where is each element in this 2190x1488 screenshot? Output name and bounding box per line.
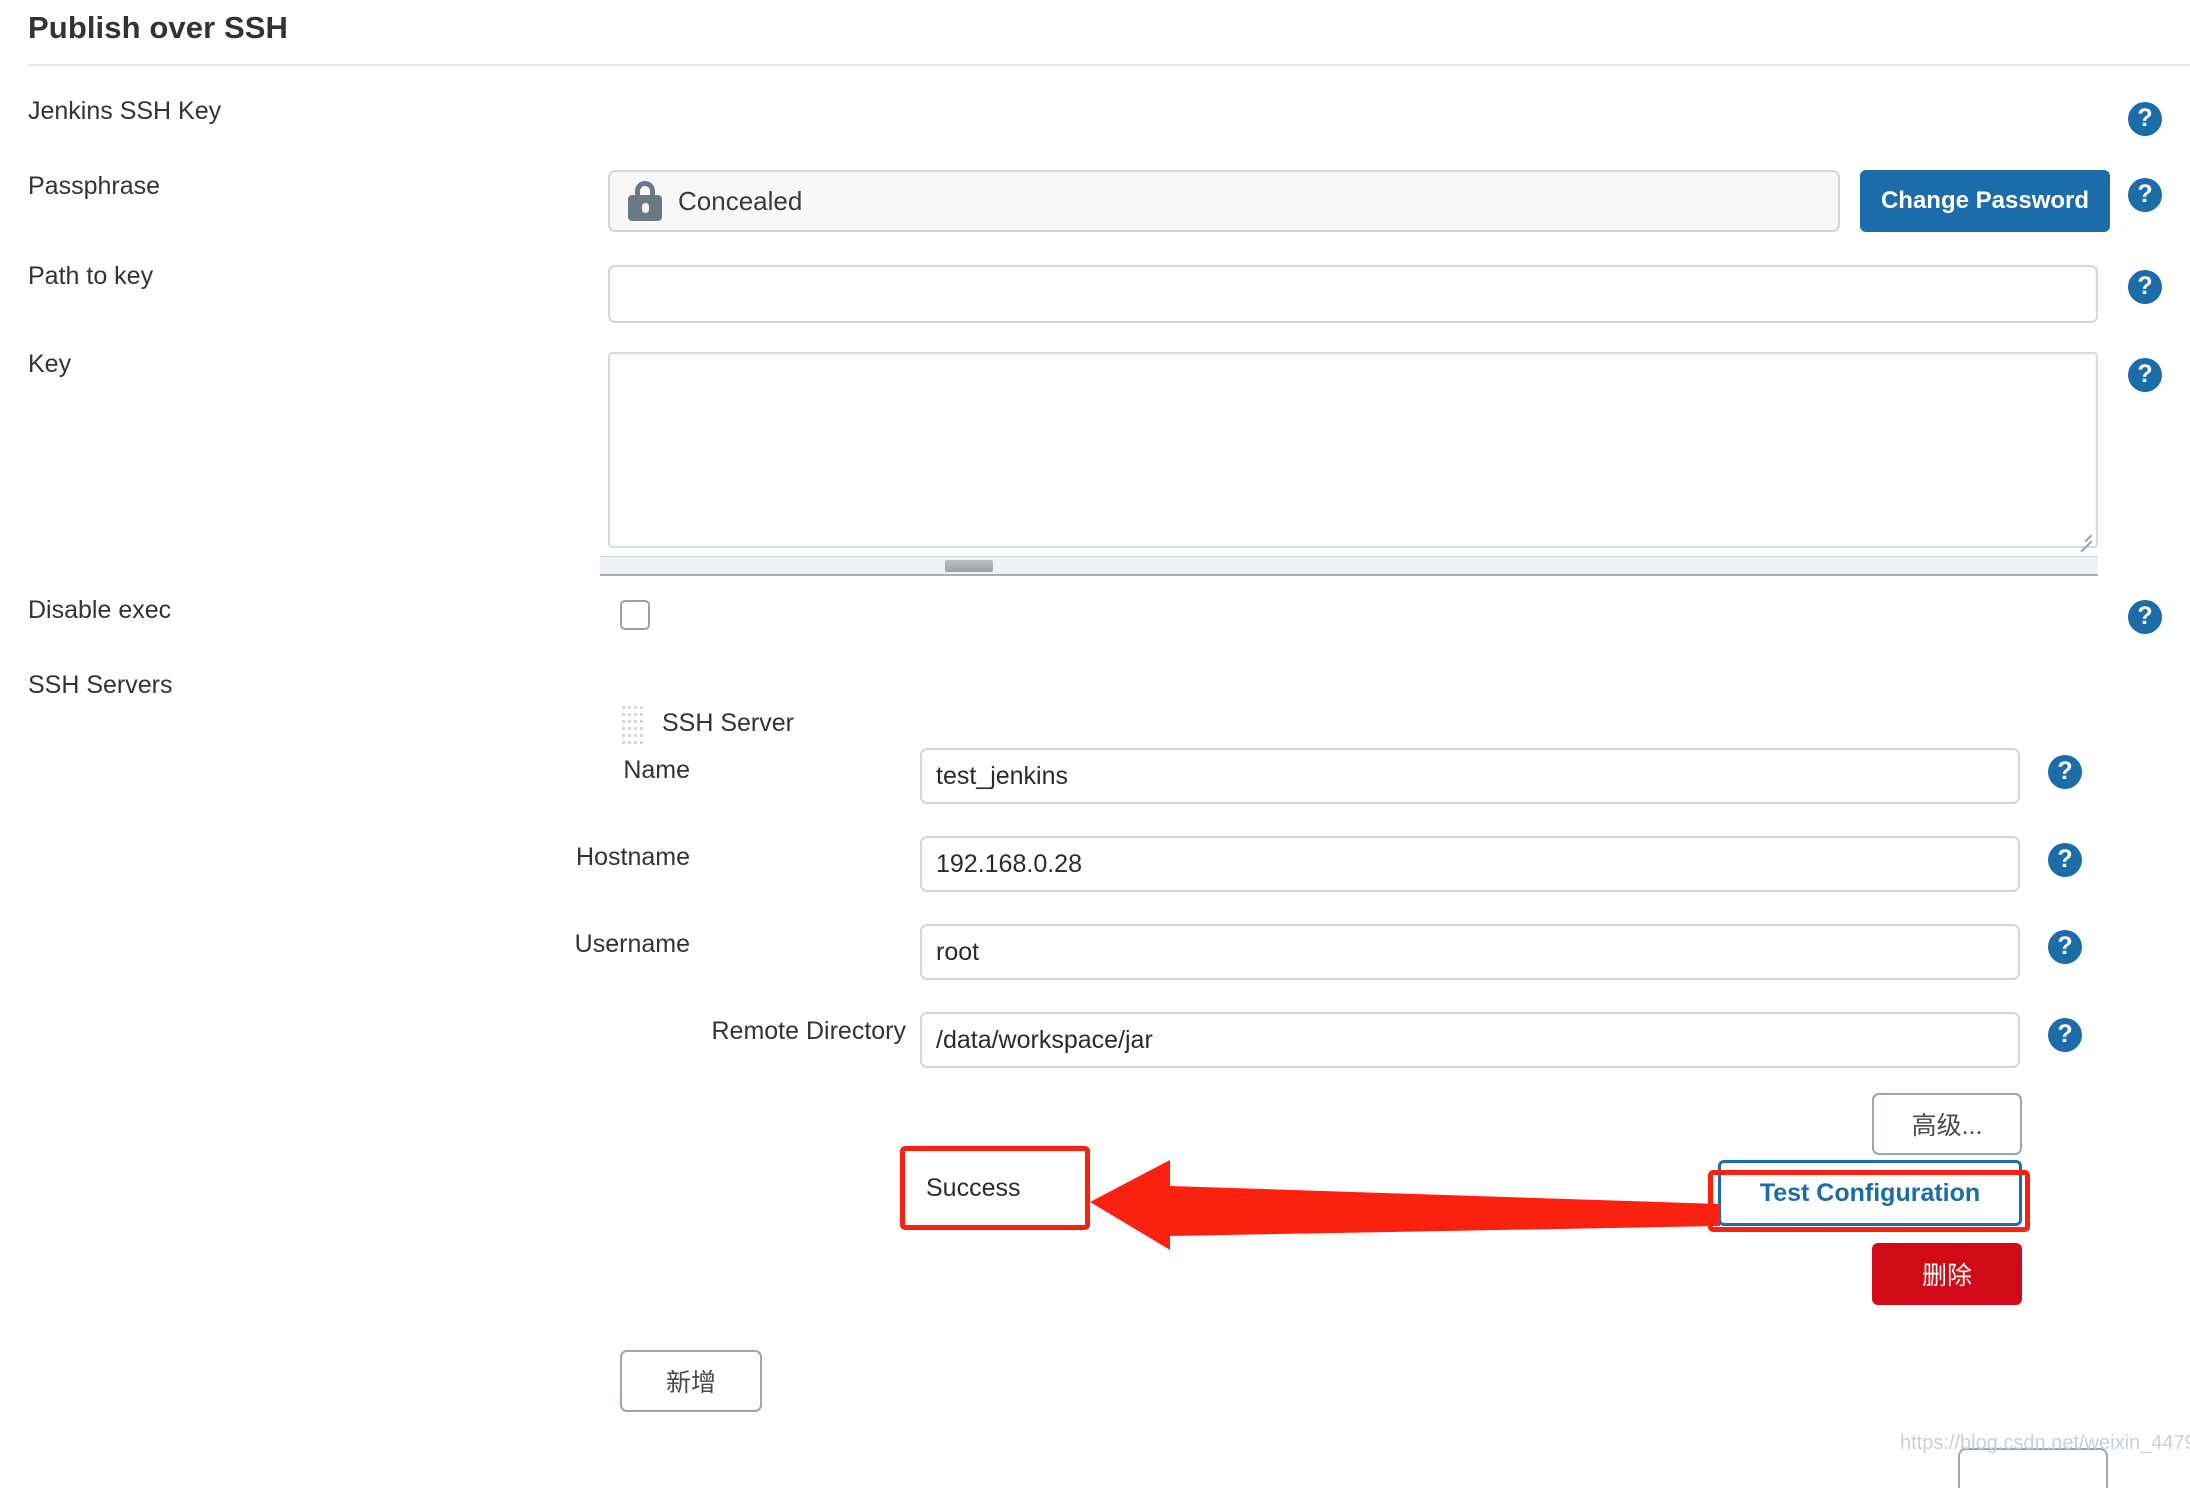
label-jenkins-ssh-key: Jenkins SSH Key xyxy=(28,97,222,125)
label-hostname: Hostname xyxy=(576,843,690,871)
lock-icon xyxy=(628,181,662,221)
label-remote-directory: Remote Directory xyxy=(711,1017,907,1045)
advanced-button[interactable]: 高级... xyxy=(1872,1093,2022,1155)
help-icon-hostname[interactable]: ? xyxy=(2048,843,2082,877)
label-username: Username xyxy=(574,930,690,958)
help-icon-disable-exec[interactable]: ? xyxy=(2128,600,2162,634)
help-icon-path-to-key[interactable]: ? xyxy=(2128,270,2162,304)
help-icon-passphrase[interactable]: ? xyxy=(2128,178,2162,212)
ssh-server-section-title: SSH Server xyxy=(662,709,794,737)
drag-handle-icon[interactable] xyxy=(622,706,644,746)
ssh-server-username-input[interactable] xyxy=(920,924,2020,980)
scrollbar-thumb[interactable] xyxy=(945,560,993,572)
label-disable-exec: Disable exec xyxy=(28,596,172,624)
horizontal-scrollbar[interactable] xyxy=(600,556,2098,576)
disable-exec-checkbox[interactable] xyxy=(620,600,650,630)
label-name: Name xyxy=(623,756,690,784)
test-configuration-button[interactable]: Test Configuration xyxy=(1718,1160,2022,1226)
red-arrow-icon xyxy=(1090,1160,1720,1250)
label-key: Key xyxy=(28,350,72,378)
help-icon-name[interactable]: ? xyxy=(2048,755,2082,789)
ssh-server-name-input[interactable] xyxy=(920,748,2020,804)
add-server-button[interactable]: 新增 xyxy=(620,1350,762,1412)
page-title: Publish over SSH xyxy=(28,10,288,45)
help-icon-username[interactable]: ? xyxy=(2048,930,2082,964)
label-passphrase: Passphrase xyxy=(28,172,161,200)
ssh-server-remote-directory-input[interactable] xyxy=(920,1012,2020,1068)
label-ssh-servers: SSH Servers xyxy=(28,671,173,699)
change-password-button[interactable]: Change Password xyxy=(1860,170,2110,232)
path-to-key-input[interactable] xyxy=(608,265,2098,323)
test-result-text: Success xyxy=(908,1152,1084,1224)
help-icon-jenkins-ssh-key[interactable]: ? xyxy=(2128,102,2162,136)
page-header: Publish over SSH xyxy=(0,0,2190,68)
resize-handle-icon[interactable] xyxy=(2075,526,2093,552)
passphrase-concealed-field[interactable]: Concealed xyxy=(608,170,1840,232)
header-divider xyxy=(28,64,2190,66)
help-icon-remote-directory[interactable]: ? xyxy=(2048,1018,2082,1052)
partial-bottom-button[interactable] xyxy=(1958,1448,2108,1488)
label-path-to-key: Path to key xyxy=(28,262,154,290)
key-textarea[interactable] xyxy=(608,352,2098,552)
help-icon-key[interactable]: ? xyxy=(2128,358,2162,392)
ssh-server-hostname-input[interactable] xyxy=(920,836,2020,892)
passphrase-concealed-text: Concealed xyxy=(678,185,803,216)
delete-server-button[interactable]: 删除 xyxy=(1872,1243,2022,1305)
